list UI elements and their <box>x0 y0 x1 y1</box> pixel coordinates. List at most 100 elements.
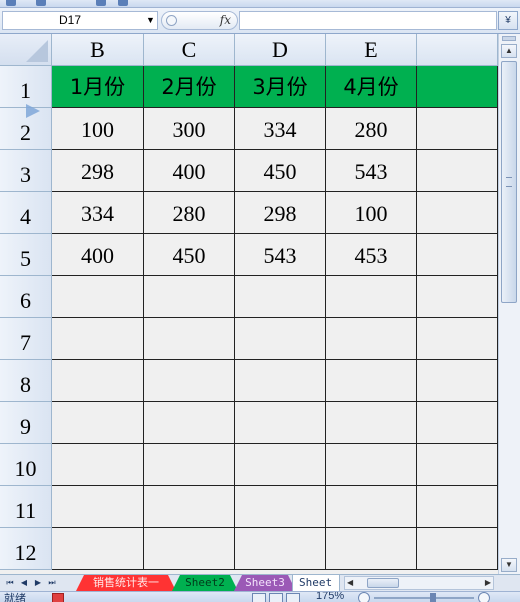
empty-cell[interactable] <box>417 360 498 402</box>
empty-cell[interactable] <box>235 318 326 360</box>
empty-cell[interactable] <box>144 444 235 486</box>
empty-cell[interactable] <box>52 360 144 402</box>
empty-cell[interactable] <box>235 444 326 486</box>
tab-sales-stats[interactable]: 销售统计表一 <box>76 575 176 591</box>
insert-function-control[interactable]: fx <box>161 11 238 30</box>
normal-view-icon[interactable] <box>252 593 266 602</box>
last-sheet-icon[interactable]: ⏭ <box>46 576 58 590</box>
data-cell[interactable]: 400 <box>52 234 144 276</box>
zoom-in-icon[interactable] <box>478 592 490 602</box>
empty-cell[interactable] <box>417 486 498 528</box>
horizontal-scroll-thumb[interactable] <box>367 578 399 588</box>
data-cell[interactable]: 300 <box>144 108 235 150</box>
empty-cell[interactable] <box>326 318 417 360</box>
column-header-c[interactable]: C <box>144 34 235 66</box>
row-header-8[interactable]: 8 <box>0 360 52 402</box>
prev-sheet-icon[interactable]: ◀ <box>18 576 30 590</box>
row-header-4[interactable]: 4 <box>0 192 52 234</box>
empty-cell[interactable] <box>144 528 235 570</box>
save-icon[interactable] <box>6 0 16 6</box>
empty-cell[interactable] <box>235 276 326 318</box>
header-cell[interactable]: 2月份 <box>144 66 235 108</box>
next-sheet-icon[interactable]: ▶ <box>32 576 44 590</box>
data-cell[interactable]: 543 <box>235 234 326 276</box>
scroll-up-icon[interactable]: ▲ <box>501 44 517 58</box>
row-header-11[interactable]: 11 <box>0 486 52 528</box>
column-header-f[interactable] <box>417 34 498 66</box>
first-sheet-icon[interactable]: ⏮ <box>4 576 16 590</box>
expand-formula-bar-button[interactable]: ¥ <box>498 11 518 30</box>
empty-cell[interactable] <box>326 486 417 528</box>
data-cell[interactable]: 334 <box>235 108 326 150</box>
row-header-3[interactable]: 3 <box>0 150 52 192</box>
fx-icon[interactable]: fx <box>220 13 231 27</box>
tab-sheet3[interactable]: Sheet3 <box>234 575 296 591</box>
header-cell[interactable]: 4月份 <box>326 66 417 108</box>
macro-record-icon[interactable] <box>52 593 64 602</box>
row-header-5[interactable]: 5 <box>0 234 52 276</box>
name-box-dropdown-icon[interactable]: ▼ <box>146 15 155 25</box>
empty-cell[interactable] <box>326 276 417 318</box>
row-header-7[interactable]: 7 <box>0 318 52 360</box>
empty-cell[interactable] <box>52 276 144 318</box>
split-box[interactable] <box>502 36 516 41</box>
tab-sheet2[interactable]: Sheet2 <box>172 575 238 591</box>
empty-cell[interactable] <box>144 276 235 318</box>
empty-cell[interactable] <box>144 486 235 528</box>
data-cell[interactable]: 450 <box>235 150 326 192</box>
empty-cell[interactable] <box>52 444 144 486</box>
empty-cell[interactable] <box>326 444 417 486</box>
undo-icon[interactable] <box>36 0 46 6</box>
zoom-slider-thumb[interactable] <box>430 593 436 602</box>
zoom-level[interactable]: 175% <box>316 592 344 602</box>
empty-cell[interactable] <box>417 318 498 360</box>
tab-sheet4[interactable]: Sheet <box>292 575 340 591</box>
header-cell[interactable]: 1月份 <box>52 66 144 108</box>
column-header-b[interactable]: B <box>52 34 144 66</box>
page-layout-view-icon[interactable] <box>269 593 283 602</box>
empty-cell[interactable] <box>417 528 498 570</box>
data-cell[interactable]: 280 <box>326 108 417 150</box>
empty-cell[interactable] <box>417 444 498 486</box>
scroll-left-icon[interactable]: ◀ <box>347 577 353 589</box>
header-cell[interactable] <box>417 66 498 108</box>
vertical-scrollbar[interactable]: ▲ ▼ <box>498 34 520 574</box>
page-break-view-icon[interactable] <box>286 593 300 602</box>
data-cell[interactable]: 453 <box>326 234 417 276</box>
empty-cell[interactable] <box>326 360 417 402</box>
empty-cell[interactable] <box>326 402 417 444</box>
column-header-d[interactable]: D <box>235 34 326 66</box>
data-cell[interactable]: 298 <box>52 150 144 192</box>
row-header-1[interactable]: 1 <box>0 66 52 108</box>
row-header-10[interactable]: 10 <box>0 444 52 486</box>
empty-cell[interactable] <box>326 528 417 570</box>
empty-cell[interactable] <box>235 402 326 444</box>
data-cell[interactable]: 100 <box>52 108 144 150</box>
empty-cell[interactable] <box>52 402 144 444</box>
zoom-slider[interactable] <box>374 597 474 599</box>
column-header-e[interactable]: E <box>326 34 417 66</box>
formula-input[interactable] <box>239 11 497 30</box>
empty-cell[interactable] <box>144 318 235 360</box>
data-cell[interactable]: 450 <box>144 234 235 276</box>
data-cell[interactable]: 543 <box>326 150 417 192</box>
horizontal-scrollbar[interactable]: ◀ ▶ <box>344 576 494 590</box>
empty-cell[interactable] <box>52 318 144 360</box>
empty-cell[interactable] <box>144 360 235 402</box>
scroll-right-icon[interactable]: ▶ <box>485 577 491 589</box>
row-header-6[interactable]: 6 <box>0 276 52 318</box>
empty-cell[interactable] <box>417 402 498 444</box>
data-cell[interactable]: 100 <box>326 192 417 234</box>
data-cell[interactable] <box>417 234 498 276</box>
empty-cell[interactable] <box>144 402 235 444</box>
empty-cell[interactable] <box>52 528 144 570</box>
header-cell[interactable]: 3月份 <box>235 66 326 108</box>
print-icon[interactable] <box>96 0 106 6</box>
data-cell[interactable]: 400 <box>144 150 235 192</box>
data-cell[interactable]: 280 <box>144 192 235 234</box>
name-box[interactable]: D17 <box>2 11 158 30</box>
data-cell[interactable] <box>417 108 498 150</box>
scroll-down-icon[interactable]: ▼ <box>501 558 517 572</box>
data-cell[interactable] <box>417 192 498 234</box>
data-cell[interactable] <box>417 150 498 192</box>
